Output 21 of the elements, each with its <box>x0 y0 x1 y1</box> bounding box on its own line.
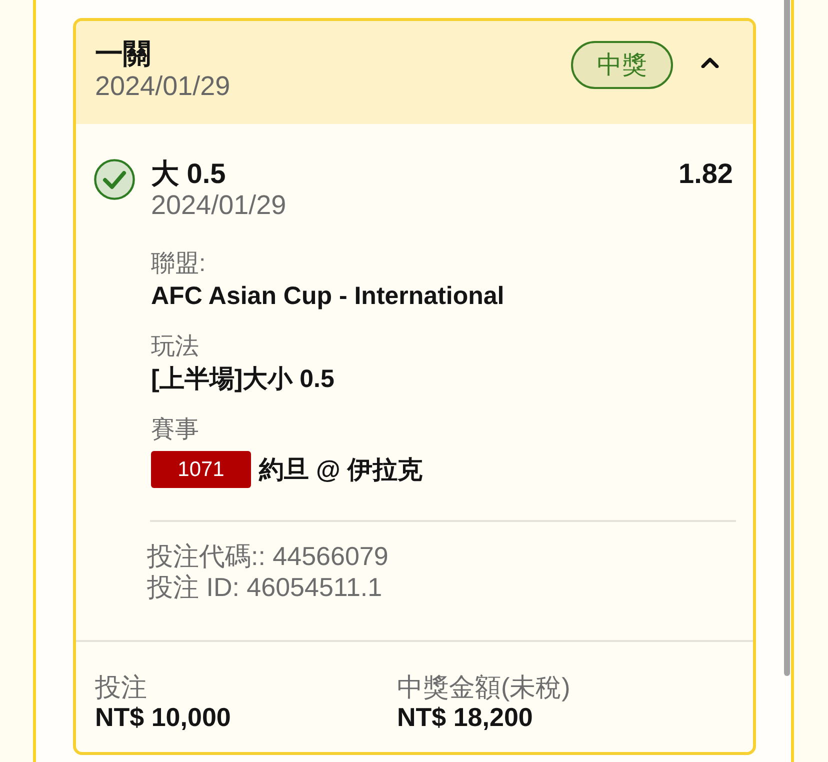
match-code-badge: 1071 <box>151 451 251 488</box>
match-teams: 約旦 @ 伊拉克 <box>259 455 422 485</box>
bet-reference: 投注 ID: 46054511.1 <box>147 572 384 603</box>
bet-reference: 投注代碼:: 44566079 <box>147 541 390 572</box>
bet-date: 2024/01/29 <box>95 71 232 101</box>
amount-label: 投注 <box>95 673 148 702</box>
status-badge: 中獎 <box>571 41 673 89</box>
chevron-up-icon[interactable] <box>701 57 719 68</box>
detail-value: AFC Asian Cup - International <box>151 281 506 311</box>
bet-type-title: 一關 <box>95 37 152 71</box>
amount-label: 中獎金額(未稅) <box>397 673 572 702</box>
scrollbar-thumb[interactable] <box>784 0 790 676</box>
selection-date: 2024/01/29 <box>151 190 288 220</box>
selection-pick: 大 0.5 <box>151 158 226 190</box>
detail-value: [上半場]大小 0.5 <box>151 364 336 394</box>
detail-label: 聯盟: <box>151 249 207 279</box>
amount-value: NT$ 18,200 <box>397 702 534 732</box>
odds-value: 1.82 <box>678 158 733 190</box>
amount-value: NT$ 10,000 <box>95 702 232 732</box>
detail-label: 賽事 <box>151 415 200 445</box>
detail-label: 玩法 <box>151 332 200 362</box>
